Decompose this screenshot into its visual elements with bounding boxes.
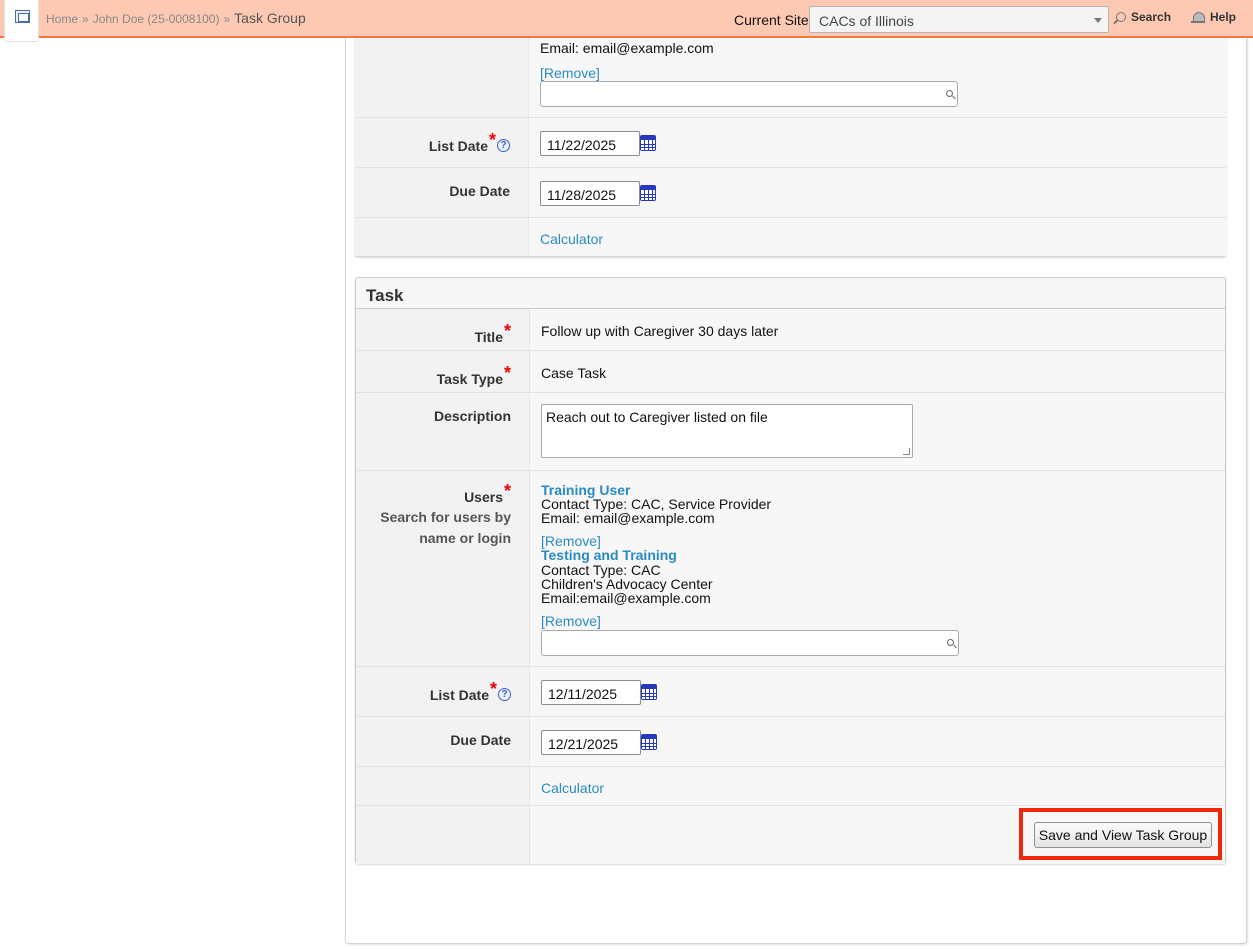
user-email: Email: email@example.com: [541, 510, 715, 526]
menu-icon: [15, 10, 30, 23]
task-type-value: Case Task: [541, 365, 607, 381]
breadcrumb-separator: »: [82, 12, 89, 26]
task-type-label: Task Type*: [436, 363, 511, 387]
user-contact-type: Contact Type: CAC, Service Provider: [541, 496, 772, 512]
description-textarea[interactable]: Reach out to Caregiver listed on file: [541, 404, 913, 458]
required-asterisk: *: [503, 321, 511, 341]
list-date-row: List Date*? 12/11/2025: [356, 667, 1225, 717]
list-date-row: List Date*? 11/22/2025: [355, 118, 1226, 168]
user-email: Email: email@example.com: [540, 40, 714, 56]
users-row: Email: email@example.com [Remove]: [355, 28, 1226, 118]
help-icon[interactable]: ?: [498, 688, 511, 701]
remove-user-link[interactable]: [Remove]: [540, 65, 600, 81]
list-date-label: List Date*?: [430, 679, 511, 705]
task-section-title: Task: [366, 286, 404, 305]
breadcrumb-separator: »: [223, 12, 231, 26]
search-label: Search: [1131, 10, 1172, 24]
breadcrumb-current: Task Group: [234, 10, 306, 26]
task-title-value: Follow up with Caregiver 30 days later: [541, 323, 779, 339]
list-date-input[interactable]: 12/11/2025: [541, 680, 641, 705]
title-row: Title* Follow up with Caregiver 30 days …: [356, 309, 1225, 351]
due-date-input[interactable]: 11/28/2025: [540, 181, 640, 206]
breadcrumb-home-link[interactable]: Home: [46, 12, 78, 26]
required-asterisk: *: [503, 363, 511, 383]
search-icon: [1116, 12, 1126, 22]
breadcrumb: Home» John Doe (25-0008100)» Task Group: [46, 10, 306, 26]
current-site-select[interactable]: CACs of Illinois: [809, 6, 1109, 33]
task-section-header: Task: [356, 278, 1225, 309]
save-and-view-task-group-button[interactable]: Save and View Task Group: [1034, 822, 1212, 848]
due-date-label: Due Date: [450, 732, 511, 748]
search-link[interactable]: Search: [1116, 10, 1171, 24]
list-date-input[interactable]: 11/22/2025: [540, 131, 640, 156]
calendar-icon[interactable]: [641, 734, 657, 750]
users-row: Users* Search for users by name or login…: [356, 471, 1225, 667]
help-label: Help: [1210, 10, 1237, 24]
calculator-link[interactable]: Calculator: [541, 780, 604, 796]
top-bar: Home» John Doe (25-0008100)» Task Group Cu…: [0, 0, 1253, 38]
current-site-value: CACs of Illinois: [819, 13, 914, 29]
help-bell-icon: [1191, 12, 1205, 23]
help-link[interactable]: Help: [1191, 10, 1236, 24]
previous-task-block: Email: email@example.com [Remove] List D…: [355, 28, 1226, 257]
chevron-down-icon: [1094, 18, 1102, 23]
calculator-row: Calculator: [355, 218, 1226, 257]
calendar-icon[interactable]: [640, 135, 656, 151]
description-row: Description Reach out to Caregiver liste…: [356, 393, 1225, 471]
search-icon: [947, 639, 954, 646]
title-label: Title*: [474, 321, 511, 345]
due-date-input[interactable]: 12/21/2025: [541, 730, 641, 755]
task-type-row: Task Type* Case Task: [356, 351, 1225, 393]
user-contact-type: Contact Type: CAC: [541, 562, 661, 578]
due-date-row: Due Date 11/28/2025: [355, 168, 1226, 218]
calculator-link[interactable]: Calculator: [540, 231, 603, 247]
help-icon[interactable]: ?: [497, 139, 510, 152]
user-organization: Children's Advocacy Center: [541, 576, 713, 592]
user-name-link[interactable]: Testing and Training: [541, 547, 677, 563]
calendar-icon[interactable]: [640, 185, 656, 201]
users-label: Users*: [464, 481, 511, 505]
user-search-input[interactable]: [541, 630, 959, 656]
current-site-label: Current Site: [734, 12, 809, 28]
user-search-input[interactable]: [540, 81, 958, 107]
search-icon: [946, 90, 953, 97]
required-asterisk: *: [489, 679, 497, 699]
description-label: Description: [433, 408, 511, 424]
task-block: Task Title* Follow up with Caregiver 30 …: [355, 277, 1226, 864]
calendar-icon[interactable]: [641, 684, 657, 700]
calculator-row: Calculator: [356, 767, 1225, 806]
due-date-row: Due Date 12/21/2025: [356, 717, 1225, 767]
required-asterisk: *: [488, 130, 496, 150]
menu-button[interactable]: [4, 0, 39, 42]
list-date-label: List Date*?: [429, 130, 510, 156]
user-email: Email:email@example.com: [541, 590, 711, 606]
remove-user-link[interactable]: [Remove]: [541, 613, 601, 629]
due-date-label: Due Date: [449, 183, 510, 199]
breadcrumb-case-link[interactable]: John Doe (25-0008100): [93, 12, 220, 26]
users-hint: Search for users by name or login: [380, 509, 511, 546]
required-asterisk: *: [503, 481, 511, 501]
